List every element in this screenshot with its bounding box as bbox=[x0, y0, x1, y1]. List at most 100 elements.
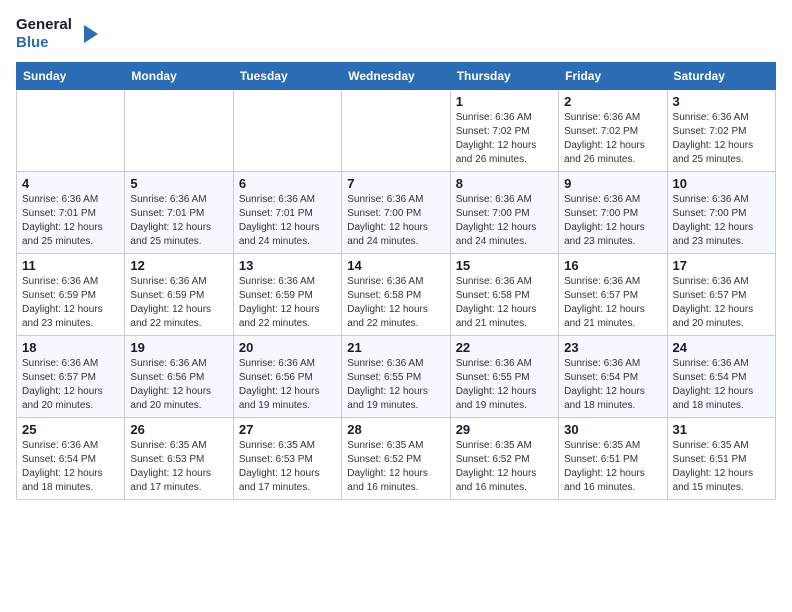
day-info: Sunrise: 6:36 AM Sunset: 7:00 PM Dayligh… bbox=[673, 193, 770, 249]
weekday-header: Sunday bbox=[17, 63, 125, 90]
day-number: 14 bbox=[347, 258, 444, 273]
calendar-cell: 5Sunrise: 6:36 AM Sunset: 7:01 PM Daylig… bbox=[125, 172, 233, 254]
calendar-week-row: 1 Sunrise: 6:36 AM Sunset: 7:02 PM Daylig… bbox=[17, 90, 776, 172]
day-number: 2 bbox=[564, 94, 661, 109]
day-info: Sunrise: 6:36 AM Sunset: 7:01 PM Dayligh… bbox=[130, 193, 227, 249]
day-number: 1 bbox=[456, 94, 553, 109]
day-info: Sunrise: 6:35 AM Sunset: 6:51 PM Dayligh… bbox=[564, 439, 661, 495]
calendar-week-row: 11 Sunrise: 6:36 AM Sunset: 6:59 PM Dayli… bbox=[17, 254, 776, 336]
day-info: Sunrise: 6:36 AM Sunset: 6:55 PM Dayligh… bbox=[456, 357, 553, 413]
day-info: Sunrise: 6:36 AM Sunset: 7:02 PM Dayligh… bbox=[673, 111, 770, 167]
calendar-cell: 14Sunrise: 6:36 AM Sunset: 6:58 PM Dayli… bbox=[342, 254, 450, 336]
day-number: 4 bbox=[22, 176, 119, 191]
day-number: 7 bbox=[347, 176, 444, 191]
logo-arrow-icon bbox=[76, 23, 98, 45]
calendar-week-row: 4 Sunrise: 6:36 AM Sunset: 7:01 PM Daylig… bbox=[17, 172, 776, 254]
calendar-cell: 7 Sunrise: 6:36 AM Sunset: 7:00 PM Daylig… bbox=[342, 172, 450, 254]
calendar-week-row: 18 Sunrise: 6:36 AM Sunset: 6:57 PM Dayli… bbox=[17, 336, 776, 418]
calendar-cell: 24 Sunrise: 6:36 AM Sunset: 6:54 PM Dayli… bbox=[667, 336, 775, 418]
calendar-cell bbox=[342, 90, 450, 172]
day-number: 25 bbox=[22, 422, 119, 437]
weekday-header: Monday bbox=[125, 63, 233, 90]
day-info: Sunrise: 6:36 AM Sunset: 6:57 PM Dayligh… bbox=[673, 275, 770, 331]
calendar-cell: 30 Sunrise: 6:35 AM Sunset: 6:51 PM Dayli… bbox=[559, 418, 667, 500]
calendar-cell bbox=[233, 90, 341, 172]
day-info: Sunrise: 6:36 AM Sunset: 6:58 PM Dayligh… bbox=[456, 275, 553, 331]
day-info: Sunrise: 6:36 AM Sunset: 6:57 PM Dayligh… bbox=[22, 357, 119, 413]
weekday-header: Friday bbox=[559, 63, 667, 90]
calendar-cell: 22Sunrise: 6:36 AM Sunset: 6:55 PM Dayli… bbox=[450, 336, 558, 418]
calendar-cell: 4Sunrise: 6:36 AM Sunset: 7:01 PM Daylig… bbox=[17, 172, 125, 254]
calendar-cell: 23 Sunrise: 6:36 AM Sunset: 6:54 PM Dayli… bbox=[559, 336, 667, 418]
day-number: 8 bbox=[456, 176, 553, 191]
day-number: 31 bbox=[673, 422, 770, 437]
calendar-cell: 19Sunrise: 6:36 AM Sunset: 6:56 PM Dayli… bbox=[125, 336, 233, 418]
day-number: 26 bbox=[130, 422, 227, 437]
day-info: Sunrise: 6:36 AM Sunset: 6:59 PM Dayligh… bbox=[130, 275, 227, 331]
day-info: Sunrise: 6:36 AM Sunset: 6:54 PM Dayligh… bbox=[673, 357, 770, 413]
day-info: Sunrise: 6:36 AM Sunset: 7:01 PM Dayligh… bbox=[239, 193, 336, 249]
day-info: Sunrise: 6:36 AM Sunset: 6:56 PM Dayligh… bbox=[239, 357, 336, 413]
calendar-cell: 16Sunrise: 6:36 AM Sunset: 6:57 PM Dayli… bbox=[559, 254, 667, 336]
calendar-cell: 12 Sunrise: 6:36 AM Sunset: 6:59 PM Dayli… bbox=[125, 254, 233, 336]
day-info: Sunrise: 6:36 AM Sunset: 6:55 PM Dayligh… bbox=[347, 357, 444, 413]
calendar-cell: 27Sunrise: 6:35 AM Sunset: 6:53 PM Dayli… bbox=[233, 418, 341, 500]
calendar-cell bbox=[125, 90, 233, 172]
day-info: Sunrise: 6:36 AM Sunset: 7:02 PM Dayligh… bbox=[456, 111, 553, 167]
calendar-cell: 20 Sunrise: 6:36 AM Sunset: 6:56 PM Dayli… bbox=[233, 336, 341, 418]
weekday-header: Saturday bbox=[667, 63, 775, 90]
day-info: Sunrise: 6:35 AM Sunset: 6:51 PM Dayligh… bbox=[673, 439, 770, 495]
calendar-week-row: 25 Sunrise: 6:36 AM Sunset: 6:54 PM Dayli… bbox=[17, 418, 776, 500]
calendar-table: SundayMondayTuesdayWednesdayThursdayFrid… bbox=[16, 62, 776, 500]
day-number: 13 bbox=[239, 258, 336, 273]
day-number: 12 bbox=[130, 258, 227, 273]
calendar-body: 1 Sunrise: 6:36 AM Sunset: 7:02 PM Daylig… bbox=[17, 90, 776, 500]
day-number: 24 bbox=[673, 340, 770, 355]
day-number: 15 bbox=[456, 258, 553, 273]
day-number: 28 bbox=[347, 422, 444, 437]
weekday-header: Thursday bbox=[450, 63, 558, 90]
day-info: Sunrise: 6:36 AM Sunset: 7:00 PM Dayligh… bbox=[347, 193, 444, 249]
calendar-cell: 13Sunrise: 6:36 AM Sunset: 6:59 PM Dayli… bbox=[233, 254, 341, 336]
day-info: Sunrise: 6:36 AM Sunset: 7:00 PM Dayligh… bbox=[564, 193, 661, 249]
calendar-cell: 1 Sunrise: 6:36 AM Sunset: 7:02 PM Daylig… bbox=[450, 90, 558, 172]
calendar-cell: 11 Sunrise: 6:36 AM Sunset: 6:59 PM Dayli… bbox=[17, 254, 125, 336]
day-number: 30 bbox=[564, 422, 661, 437]
day-number: 19 bbox=[130, 340, 227, 355]
day-number: 6 bbox=[239, 176, 336, 191]
day-info: Sunrise: 6:35 AM Sunset: 6:52 PM Dayligh… bbox=[456, 439, 553, 495]
logo: General Blue bbox=[16, 16, 98, 52]
day-number: 18 bbox=[22, 340, 119, 355]
calendar-cell: 25 Sunrise: 6:36 AM Sunset: 6:54 PM Dayli… bbox=[17, 418, 125, 500]
weekday-header-row: SundayMondayTuesdayWednesdayThursdayFrid… bbox=[17, 63, 776, 90]
calendar-cell: 10 Sunrise: 6:36 AM Sunset: 7:00 PM Dayli… bbox=[667, 172, 775, 254]
calendar-header: SundayMondayTuesdayWednesdayThursdayFrid… bbox=[17, 63, 776, 90]
day-number: 20 bbox=[239, 340, 336, 355]
calendar-cell: 28 Sunrise: 6:35 AM Sunset: 6:52 PM Dayli… bbox=[342, 418, 450, 500]
calendar-cell: 29Sunrise: 6:35 AM Sunset: 6:52 PM Dayli… bbox=[450, 418, 558, 500]
day-number: 23 bbox=[564, 340, 661, 355]
weekday-header: Tuesday bbox=[233, 63, 341, 90]
day-number: 10 bbox=[673, 176, 770, 191]
calendar-cell: 2Sunrise: 6:36 AM Sunset: 7:02 PM Daylig… bbox=[559, 90, 667, 172]
calendar-cell: 17Sunrise: 6:36 AM Sunset: 6:57 PM Dayli… bbox=[667, 254, 775, 336]
day-number: 9 bbox=[564, 176, 661, 191]
day-number: 3 bbox=[673, 94, 770, 109]
weekday-header: Wednesday bbox=[342, 63, 450, 90]
day-info: Sunrise: 6:35 AM Sunset: 6:53 PM Dayligh… bbox=[239, 439, 336, 495]
calendar-cell bbox=[17, 90, 125, 172]
calendar-cell: 26 Sunrise: 6:35 AM Sunset: 6:53 PM Dayli… bbox=[125, 418, 233, 500]
day-info: Sunrise: 6:36 AM Sunset: 6:59 PM Dayligh… bbox=[22, 275, 119, 331]
day-info: Sunrise: 6:35 AM Sunset: 6:52 PM Dayligh… bbox=[347, 439, 444, 495]
day-number: 11 bbox=[22, 258, 119, 273]
page-header: General Blue bbox=[16, 16, 776, 52]
calendar-cell: 18 Sunrise: 6:36 AM Sunset: 6:57 PM Dayli… bbox=[17, 336, 125, 418]
logo-text: General Blue bbox=[16, 16, 98, 52]
day-info: Sunrise: 6:35 AM Sunset: 6:53 PM Dayligh… bbox=[130, 439, 227, 495]
calendar-cell: 8 Sunrise: 6:36 AM Sunset: 7:00 PM Daylig… bbox=[450, 172, 558, 254]
calendar-cell: 31 Sunrise: 6:35 AM Sunset: 6:51 PM Dayli… bbox=[667, 418, 775, 500]
calendar-cell: 9 Sunrise: 6:36 AM Sunset: 7:00 PM Daylig… bbox=[559, 172, 667, 254]
day-info: Sunrise: 6:36 AM Sunset: 6:54 PM Dayligh… bbox=[564, 357, 661, 413]
day-info: Sunrise: 6:36 AM Sunset: 6:54 PM Dayligh… bbox=[22, 439, 119, 495]
day-info: Sunrise: 6:36 AM Sunset: 7:00 PM Dayligh… bbox=[456, 193, 553, 249]
